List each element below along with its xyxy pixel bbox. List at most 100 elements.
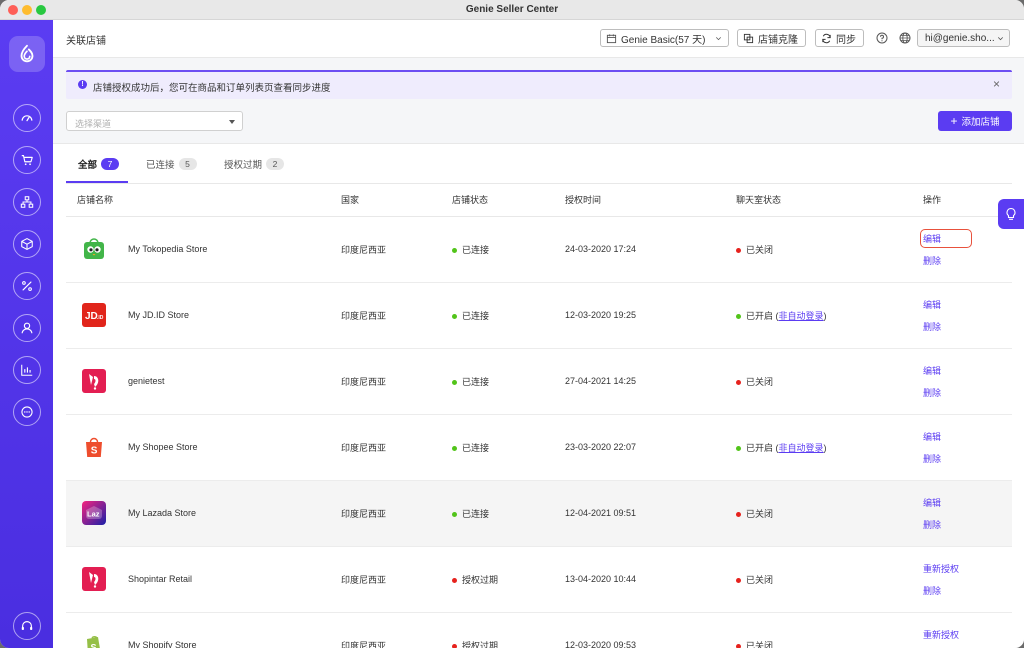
tab-label: 已连接 [146, 160, 175, 171]
title-bar: Genie Seller Center [0, 0, 1024, 20]
nav-dashboard[interactable] [13, 104, 41, 132]
non-auto-login-link[interactable]: 非自动登录 [779, 311, 824, 321]
store-status-text: 已连接 [462, 376, 490, 387]
country-cell: 印度尼西亚 [330, 216, 441, 283]
nav-products[interactable] [13, 230, 41, 258]
chat-status-dot [736, 577, 741, 583]
stores-panel: 全部 7 已连接 5 授权过期 2 店铺名称 国家 店铺状态 授权时间 聊天室状… [53, 143, 1024, 648]
user-icon [21, 322, 33, 334]
dashboard-gauge-icon [21, 115, 33, 122]
lightbulb-icon [1006, 207, 1016, 220]
app-logo[interactable] [9, 36, 45, 72]
delete-store-link[interactable]: 删除 [923, 584, 1012, 597]
svg-text:S: S [91, 643, 97, 648]
country-cell: 印度尼西亚 [330, 612, 441, 648]
chat-status-dot [736, 643, 741, 648]
user-account-menu[interactable]: hi@genie.sho... [917, 29, 1010, 47]
edit-store-link[interactable]: 编辑 [920, 228, 972, 248]
delete-store-link[interactable]: 删除 [923, 386, 1012, 399]
store-status-text: 已连接 [462, 244, 490, 255]
bukalapak-logo [82, 369, 106, 393]
chat-status-dot [736, 445, 741, 451]
nav-chat[interactable] [13, 398, 41, 426]
nav-reports[interactable] [13, 356, 41, 384]
chevron-down-icon [997, 36, 1004, 40]
tab-all[interactable]: 全部 7 [78, 157, 120, 171]
auth-time-cell: 12-04-2021 09:51 [554, 480, 725, 547]
tab-connected[interactable]: 已连接 5 [146, 157, 197, 171]
store-name-cell: S My Shopee Store [66, 414, 330, 481]
window-title: Genie Seller Center [465, 4, 559, 15]
actions-cell: 编辑 删除 [912, 480, 1012, 547]
table-row: S My Shopee Store 印度尼西亚 已连接 23-03-2020 22:07… [66, 414, 1012, 481]
sync-button[interactable]: 同步 [815, 29, 864, 47]
tokopedia-logo [82, 237, 106, 261]
table-row: S My Shopify Store 印度尼西亚授权过期 12-03-2020 09:… [66, 612, 1012, 648]
caret-down-icon [229, 120, 235, 124]
add-store-button[interactable]: + 添加店铺 [938, 111, 1012, 131]
chat-status-text: 已开启 [746, 442, 774, 453]
delete-store-link[interactable]: 删除 [923, 254, 1012, 267]
store-name: Shopintar Retail [128, 574, 193, 584]
nav-promotions[interactable] [13, 272, 41, 300]
channel-select[interactable]: 选择渠道 [66, 111, 243, 131]
plan-selector[interactable]: Genie Basic(57 天) [600, 29, 729, 47]
chevron-down-icon [715, 36, 722, 40]
tab-expired[interactable]: 授权过期 2 [224, 157, 285, 171]
delete-store-link[interactable]: 删除 [923, 452, 1012, 465]
svg-text:JD: JD [85, 311, 98, 322]
auth-time-cell: 13-04-2020 10:44 [554, 546, 725, 613]
nav-customers[interactable] [13, 314, 41, 342]
status-tabs: 全部 7 已连接 5 授权过期 2 [66, 144, 1012, 184]
edit-store-link[interactable]: 编辑 [923, 298, 1012, 311]
actions-cell: 编辑 删除 [912, 348, 1012, 415]
nav-stores[interactable] [13, 188, 41, 216]
clone-icon [743, 33, 754, 43]
store-name: My Tokopedia Store [128, 244, 208, 254]
auth-time-cell: 12-03-2020 09:53 [554, 612, 725, 648]
store-name-cell: genietest [66, 348, 330, 415]
store-status-cell: 授权过期 [441, 612, 554, 648]
table-header-row: 店铺名称 国家 店铺状态 授权时间 聊天室状态 操作 [66, 184, 1012, 217]
reauthorize-link[interactable]: 重新授权 [923, 562, 1012, 575]
edit-store-link[interactable]: 编辑 [923, 496, 1012, 509]
chat-status-text: 已关闭 [746, 640, 774, 648]
table-row: Shopintar Retail 印度尼西亚 授权过期 13-04-2020 10:4… [66, 546, 1012, 613]
non-auto-login-link[interactable]: 非自动登录 [779, 443, 824, 453]
tab-label: 授权过期 [224, 160, 263, 171]
tab-label: 全部 [78, 160, 98, 171]
help-question-icon[interactable] [876, 32, 888, 44]
store-name-cell: Shopintar Retail [66, 546, 330, 613]
store-name: My Shopify Store [128, 640, 197, 648]
status-dot [452, 445, 457, 451]
top-header: 关联店铺 Genie Basic(57 天) 店铺克隆 同步 hi@genie.… [53, 20, 1024, 58]
delete-store-link[interactable]: 删除 [923, 518, 1012, 531]
language-globe-icon[interactable] [899, 32, 911, 44]
tips-float-button[interactable] [998, 199, 1024, 229]
chat-status-dot [736, 313, 741, 319]
info-banner: ! 店铺授权成功后，您可在商品和订单列表页查看同步进度 × [66, 70, 1012, 99]
edit-store-link[interactable]: 编辑 [923, 364, 1012, 377]
country-cell: 印度尼西亚 [330, 546, 441, 613]
delete-store-link[interactable]: 删除 [923, 320, 1012, 333]
store-status-text: 已连接 [462, 442, 490, 453]
chat-status-cell: 已关闭 [725, 546, 912, 613]
edit-store-link[interactable]: 编辑 [923, 430, 1012, 443]
lazada-logo: Laz [82, 501, 106, 525]
chat-status-dot [736, 511, 741, 517]
user-email: hi@genie.sho... [925, 32, 995, 44]
store-clone-button[interactable]: 店铺克隆 [737, 29, 806, 47]
shopify-logo: S [82, 633, 106, 648]
store-name-cell: S My Shopify Store [66, 612, 330, 648]
country-cell: 印度尼西亚 [330, 282, 441, 349]
table-row: Laz My Lazada Store 印度尼西亚 已连接 12-04-2021 09:… [66, 480, 1012, 547]
auth-time-cell: 27-04-2021 14:25 [554, 348, 725, 415]
close-icon[interactable]: × [993, 77, 1000, 91]
store-status-text: 授权过期 [462, 640, 499, 648]
nav-support[interactable] [13, 612, 41, 640]
auth-time-cell: 12-03-2020 19:25 [554, 282, 725, 349]
column-header-actions: 操作 [912, 184, 1012, 217]
nav-orders[interactable] [13, 146, 41, 174]
reauthorize-link[interactable]: 重新授权 [923, 628, 1012, 641]
cart-icon [21, 155, 33, 166]
